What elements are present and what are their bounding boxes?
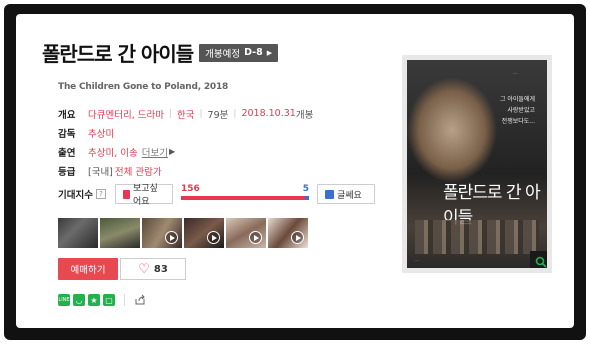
poster-credit: ... [513,70,517,75]
divider: | [233,108,237,119]
bookmark-share-icon[interactable]: ★ [88,294,100,306]
video-thumbnail[interactable] [268,218,308,248]
not-sure-button[interactable]: 글쎄요 [316,184,375,204]
poster-quote: 그 아이들에게 사랑받았고 전쟁보다도... [500,94,535,127]
chevron-right-icon: ▶ [168,147,176,156]
poster-quote-line: 전쟁보다도... [501,118,535,125]
expectation-gauge: 156 5 [180,184,309,204]
gauge-bar [180,196,309,200]
dislike-count: 5 [302,184,309,194]
country-link[interactable]: 한국 [177,107,194,121]
expectation-label: 기대지수 [58,190,93,201]
thumbs-down-icon [324,189,334,199]
release-date-link[interactable]: 2018.10.31 [241,108,295,119]
runtime: 79분 [207,109,229,121]
overview-row: 개요 다큐멘터리, 드라마 | 한국 | 79분 | 2018.10.31 개봉 [58,104,313,123]
not-sure-label: 글쎄요 [336,190,362,201]
question-mark-icon[interactable]: ? [95,189,106,199]
movie-title: 폴란드로 간 아이들 [42,42,194,66]
genre-link[interactable]: 다큐멘터리, 드라마 [88,107,164,121]
still-thumbnail[interactable] [58,218,98,248]
release-badge[interactable]: 개봉예정 D-8 ▶ [199,43,279,62]
play-icon [291,231,304,244]
cast-row: 출연 추상미, 이송 더보기 ▶ [58,142,313,161]
divider [124,294,125,306]
release-status: 개봉예정 [205,48,241,60]
rating-link[interactable]: 전체 관람가 [115,164,162,178]
reserve-button[interactable]: 예매하기 [58,258,118,280]
title-row: 폴란드로 간 아이들 개봉예정 D-8 ▶ [42,38,279,67]
cast-link[interactable]: 추상미, 이송 [88,145,138,159]
poster-quote-line: 그 아이들에게 [499,96,535,103]
gauge-fill [180,196,305,200]
video-thumbnail[interactable] [226,218,266,248]
english-title: The Children Gone to Poland, 2018 [58,82,229,92]
want-to-see-label: 보고싶어요 [132,184,158,207]
share-icon[interactable] [134,294,146,306]
dday-count: D-8 [244,47,263,58]
poster-quote-line: 사랑받았고 [507,107,535,114]
divider: | [199,108,203,119]
like-button[interactable]: ♡ 83 [120,258,186,280]
poster-bottom-text: ... [415,257,419,262]
play-icon [165,231,178,244]
heart-icon: ♡ [138,261,150,277]
info-table: 개요 다큐멘터리, 드라마 | 한국 | 79분 | 2018.10.31 개봉… [58,104,313,180]
media-thumbnails [58,218,308,248]
release-suffix: 개봉 [295,109,314,121]
divider: | [168,108,173,119]
overview-label: 개요 [58,109,76,121]
rating-label: 등급 [58,166,76,178]
video-thumbnail[interactable] [184,218,224,248]
blog-share-icon[interactable]: ▢ [103,294,115,306]
magnifier-icon [535,256,547,268]
director-label: 감독 [58,128,76,140]
movie-poster[interactable]: ... 그 아이들에게 사랑받았고 전쟁보다도... 폴란드로 간 아이들 ..… [402,55,552,273]
share-row: LINE ◡ ★ ▢ [58,294,146,306]
like-count: 156 [180,184,200,194]
like-total: 83 [153,263,168,275]
zoom-button[interactable] [530,251,547,268]
poster-photo [415,220,539,254]
rating-region: [국내] [88,166,113,178]
chevron-right-icon: ▶ [266,48,273,57]
play-icon [207,231,220,244]
director-link[interactable]: 추상미 [88,126,114,140]
play-icon [249,231,262,244]
video-thumbnail[interactable] [142,218,182,248]
band-share-icon[interactable]: ◡ [73,294,85,306]
rating-row: 등급 [국내] 전체 관람가 [58,161,313,180]
want-to-see-button[interactable]: 보고싶어요 [114,184,173,207]
still-thumbnail[interactable] [100,218,140,248]
thumbs-up-icon [122,189,130,199]
line-share-icon[interactable]: LINE [58,294,70,306]
cast-more-link[interactable]: 더보기 [142,145,168,159]
cast-label: 출연 [58,147,76,159]
director-row: 감독 추상미 [58,123,313,142]
expectation-index: 기대지수 ? 보고싶어요 156 5 글쎄요 [58,184,375,207]
